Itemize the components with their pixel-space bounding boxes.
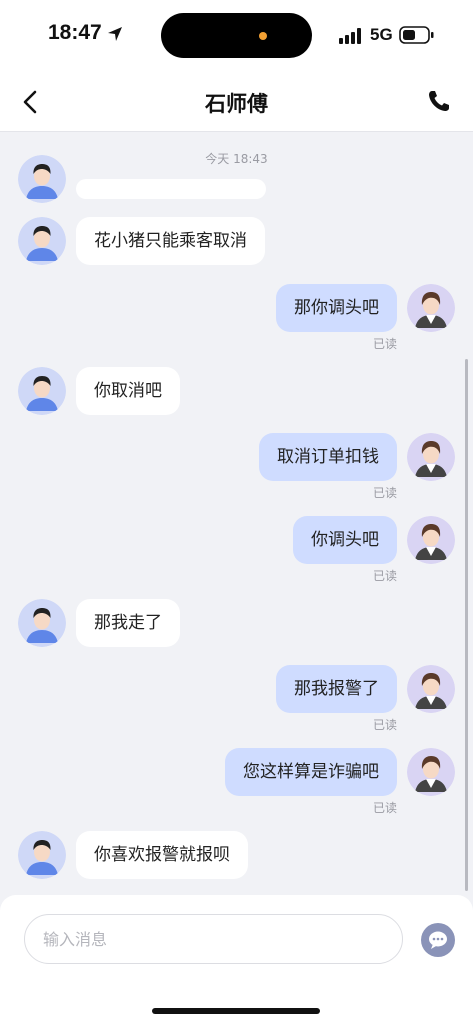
message-bubble-incoming[interactable]: 那我走了 [76, 599, 180, 647]
home-indicator[interactable] [152, 1008, 320, 1014]
message-input-bar [0, 895, 473, 1024]
message-bubble-outgoing[interactable]: 那我报警了 [276, 665, 397, 713]
status-time: 18:47 [48, 21, 102, 44]
driver-avatar[interactable] [18, 217, 66, 265]
status-bar: 18:47 5G [0, 0, 473, 72]
message-input[interactable] [24, 914, 403, 964]
message-row: 您这样算是诈骗吧 已读 [0, 748, 473, 815]
signal-bars-icon [339, 28, 363, 48]
message-row: 那我走了 [0, 599, 473, 647]
message-row: 那你调头吧 已读 [0, 284, 473, 351]
user-avatar[interactable] [407, 516, 455, 564]
dynamic-island [161, 13, 312, 58]
chat-timestamp: 今天 18:43 [205, 152, 268, 166]
chat-action-button[interactable] [421, 923, 455, 957]
message-row: 取消订单扣钱 已读 [0, 433, 473, 500]
chat-scroll-area[interactable]: 今天 18:43 花小猪只能乘客取消 那你调头吧 已读 你取消吧 取消订单扣钱 … [0, 133, 473, 895]
user-avatar[interactable] [407, 748, 455, 796]
nav-bar: 石师傅 [0, 72, 473, 132]
message-bubble-outgoing[interactable]: 取消订单扣钱 [259, 433, 397, 481]
page-title: 石师傅 [205, 92, 268, 116]
driver-avatar[interactable] [18, 155, 66, 203]
user-avatar[interactable] [407, 433, 455, 481]
message-bubble-incoming[interactable]: 花小猪只能乘客取消 [76, 217, 265, 265]
read-receipt: 已读 [372, 569, 397, 583]
user-avatar[interactable] [407, 665, 455, 713]
chat-bubble-icon [429, 931, 447, 949]
user-avatar[interactable] [407, 284, 455, 332]
driver-avatar[interactable] [18, 599, 66, 647]
battery-icon [399, 26, 435, 48]
read-receipt: 已读 [372, 486, 397, 500]
message-bubble-incoming[interactable]: 你喜欢报警就报呗 [76, 831, 248, 879]
network-type: 5G [370, 25, 393, 44]
message-row: 你取消吧 [0, 367, 473, 415]
driver-avatar[interactable] [18, 831, 66, 879]
chat-scrollbar[interactable] [465, 359, 468, 891]
driver-avatar[interactable] [18, 367, 66, 415]
message-row: 花小猪只能乘客取消 [0, 217, 473, 265]
message-bubble-outgoing[interactable]: 您这样算是诈骗吧 [225, 748, 397, 796]
phone-icon[interactable] [427, 89, 451, 117]
message-row: 那我报警了 已读 [0, 665, 473, 732]
message-bubble-outgoing[interactable]: 那你调头吧 [276, 284, 397, 332]
message-row-partial [0, 155, 473, 203]
message-row: 你调头吧 已读 [0, 516, 473, 583]
location-arrow-icon [107, 26, 123, 46]
privacy-indicator-dot [259, 32, 267, 40]
message-row: 你喜欢报警就报呗 [0, 831, 473, 879]
message-bubble-outgoing[interactable]: 你调头吧 [293, 516, 397, 564]
read-receipt: 已读 [372, 801, 397, 815]
message-bubble-incoming[interactable]: 你取消吧 [76, 367, 180, 415]
read-receipt: 已读 [372, 718, 397, 732]
message-bubble-partial [76, 179, 266, 199]
read-receipt: 已读 [372, 337, 397, 351]
